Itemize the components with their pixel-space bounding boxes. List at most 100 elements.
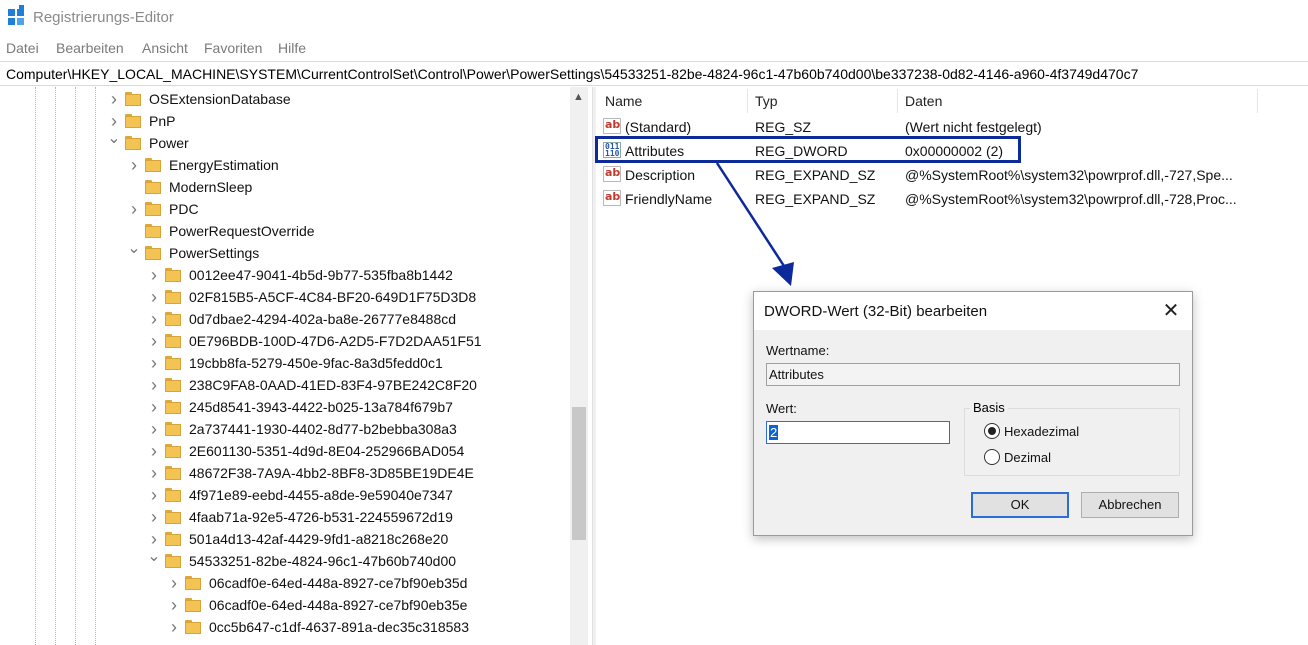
string-value-icon: ab <box>603 190 621 206</box>
radio-decimal[interactable] <box>984 449 1000 465</box>
column-separator[interactable] <box>747 89 748 113</box>
value-row[interactable]: ab FriendlyName REG_EXPAND_SZ @%SystemRo… <box>597 187 1297 211</box>
tree-item[interactable]: › PDC <box>127 199 560 221</box>
folder-icon <box>165 268 181 282</box>
folder-icon <box>165 378 181 392</box>
pane-splitter[interactable] <box>592 87 596 645</box>
tree-item[interactable]: › 06cadf0e-64ed-448a-8927-ce7bf90eb35d <box>167 573 560 595</box>
chevron-right-icon[interactable]: › <box>147 266 161 284</box>
column-header-type[interactable]: Typ <box>755 93 778 109</box>
address-path[interactable]: Computer\HKEY_LOCAL_MACHINE\SYSTEM\Curre… <box>6 66 1138 82</box>
tree-item-label: 06cadf0e-64ed-448a-8927-ce7bf90eb35e <box>209 597 468 613</box>
cancel-button[interactable]: Abbrechen <box>1081 492 1179 518</box>
tree-item-label: PowerSettings <box>169 245 260 261</box>
chevron-down-icon[interactable]: ⌄ <box>127 241 141 262</box>
chevron-right-icon[interactable]: › <box>147 310 161 328</box>
chevron-down-icon[interactable]: ⌄ <box>107 131 121 152</box>
tree-item[interactable]: › 501a4d13-42af-4429-9fd1-a8218c268e20 <box>147 529 560 551</box>
value-name: Description <box>625 167 696 183</box>
menu-ansicht[interactable]: Ansicht <box>142 40 188 56</box>
folder-icon <box>125 136 141 150</box>
tree-item[interactable]: › 02F815B5-A5CF-4C84-BF20-649D1F75D3D8 <box>147 287 560 309</box>
chevron-right-icon[interactable]: › <box>167 596 181 614</box>
registry-tree[interactable]: › OSExtensionDatabase › PnP ⌄ Power › EnergyEst… <box>0 87 590 645</box>
chevron-right-icon[interactable]: › <box>147 486 161 504</box>
column-separator[interactable] <box>1257 89 1258 113</box>
chevron-right-icon[interactable]: › <box>147 464 161 482</box>
chevron-right-icon[interactable]: › <box>147 288 161 306</box>
chevron-right-icon[interactable]: › <box>147 530 161 548</box>
tree-item[interactable]: › 2a737441-1930-4402-8d77-b2bebba308a3 <box>147 419 560 441</box>
chevron-right-icon[interactable]: › <box>107 112 121 130</box>
tree-item[interactable]: › 06cadf0e-64ed-448a-8927-ce7bf90eb35e <box>167 595 560 617</box>
ok-button[interactable]: OK <box>971 492 1069 518</box>
tree-item[interactable]: › 0cc5b647-c1df-4637-891a-dec35c318583 <box>167 617 560 639</box>
tree-scrollbar[interactable]: ▲ <box>570 87 588 645</box>
string-value-icon: ab <box>603 166 621 182</box>
folder-icon <box>145 180 161 194</box>
dialog-title: DWORD-Wert (32-Bit) bearbeiten <box>764 303 988 320</box>
chevron-right-icon[interactable]: › <box>147 354 161 372</box>
tree-item[interactable]: ⌄ 54533251-82be-4824-96c1-47b60b740d00 <box>147 549 560 573</box>
chevron-right-icon[interactable]: › <box>127 200 141 218</box>
tree-item-label: ModernSleep <box>169 179 253 195</box>
dialog-title-bar: DWORD-Wert (32-Bit) bearbeiten ✕ <box>754 292 1192 330</box>
tree-item[interactable]: › 238C9FA8-0AAD-41ED-83F4-97BE242C8F20 <box>147 375 560 397</box>
menu-datei[interactable]: Datei <box>6 40 39 56</box>
tree-item[interactable]: › 48672F38-7A9A-4bb2-8BF8-3D85BE19DE4E <box>147 463 560 485</box>
value-data: (Wert nicht festgelegt) <box>905 119 1042 135</box>
value-row[interactable]: ab Description REG_EXPAND_SZ @%SystemRoo… <box>597 163 1297 187</box>
tree-item[interactable]: › 0012ee47-9041-4b5d-9b77-535fba8b1442 <box>147 265 560 287</box>
chevron-right-icon[interactable]: › <box>147 442 161 460</box>
tree-item[interactable]: PowerRequestOverride <box>127 221 560 243</box>
tree-item[interactable]: › 0E796BDB-100D-47D6-A2D5-F7D2DAA51F51 <box>147 331 560 353</box>
folder-icon <box>165 532 181 546</box>
column-separator[interactable] <box>897 89 898 113</box>
chevron-right-icon[interactable]: › <box>147 508 161 526</box>
tree-item[interactable]: › 4faab71a-92e5-4726-b531-224559672d19 <box>147 507 560 529</box>
folder-icon <box>165 488 181 502</box>
menu-favoriten[interactable]: Favoriten <box>204 40 262 56</box>
tree-item[interactable]: ⌄ PowerSettings <box>127 241 560 265</box>
address-bar[interactable]: Computer\HKEY_LOCAL_MACHINE\SYSTEM\Curre… <box>0 61 1308 86</box>
chevron-right-icon[interactable]: › <box>107 90 121 108</box>
chevron-right-icon[interactable]: › <box>147 332 161 350</box>
chevron-right-icon[interactable]: › <box>147 398 161 416</box>
tree-item[interactable]: › 245d8541-3943-4422-b025-13a784f679b7 <box>147 397 560 419</box>
column-header-data[interactable]: Daten <box>905 93 942 109</box>
tree-item[interactable]: › OSExtensionDatabase <box>107 89 560 111</box>
close-icon[interactable]: ✕ <box>1160 300 1182 322</box>
scroll-up-icon[interactable]: ▲ <box>573 91 584 103</box>
menu-hilfe[interactable]: Hilfe <box>278 40 306 56</box>
column-header-name[interactable]: Name <box>605 93 642 109</box>
tree-item[interactable]: › EnergyEstimation <box>127 155 560 177</box>
window-title: Registrierungs-Editor <box>33 9 174 26</box>
chevron-right-icon[interactable]: › <box>147 420 161 438</box>
value-name-field[interactable]: Attributes <box>766 363 1180 386</box>
scrollbar-thumb[interactable] <box>572 407 586 540</box>
tree-guide-line <box>95 87 96 645</box>
chevron-right-icon[interactable]: › <box>147 376 161 394</box>
tree-item[interactable]: › 19cbb8fa-5279-450e-9fac-8a3d5fedd0c1 <box>147 353 560 375</box>
tree-item[interactable]: ⌄ Power <box>107 131 560 155</box>
radio-hexadecimal[interactable] <box>984 423 1000 439</box>
tree-item-label: PDC <box>169 201 199 217</box>
chevron-down-icon[interactable]: ⌄ <box>147 549 161 570</box>
tree-item[interactable]: › 2E601130-5351-4d9d-8E04-252966BAD054 <box>147 441 560 463</box>
folder-icon <box>165 422 181 436</box>
tree-item[interactable]: › 4f971e89-eebd-4455-a8de-9e59040e7347 <box>147 485 560 507</box>
tree-item[interactable]: › PnP <box>107 111 560 133</box>
tree-item[interactable]: › 0d7dbae2-4294-402a-ba8e-26777e8488cd <box>147 309 560 331</box>
tree-item[interactable]: ModernSleep <box>127 177 560 199</box>
chevron-right-icon[interactable]: › <box>167 618 181 636</box>
radio-decimal-label[interactable]: Dezimal <box>1004 450 1051 465</box>
menu-bearbeiten[interactable]: Bearbeiten <box>56 40 124 56</box>
chevron-right-icon[interactable]: › <box>167 574 181 592</box>
chevron-right-icon[interactable]: › <box>127 156 141 174</box>
radio-hexadecimal-label[interactable]: Hexadezimal <box>1004 424 1079 439</box>
folder-icon <box>185 576 201 590</box>
value-data-label: Wert: <box>766 401 797 416</box>
value-data-field[interactable]: 2 <box>766 421 950 444</box>
tree-item-label: 06cadf0e-64ed-448a-8927-ce7bf90eb35d <box>209 575 468 591</box>
folder-icon <box>145 202 161 216</box>
